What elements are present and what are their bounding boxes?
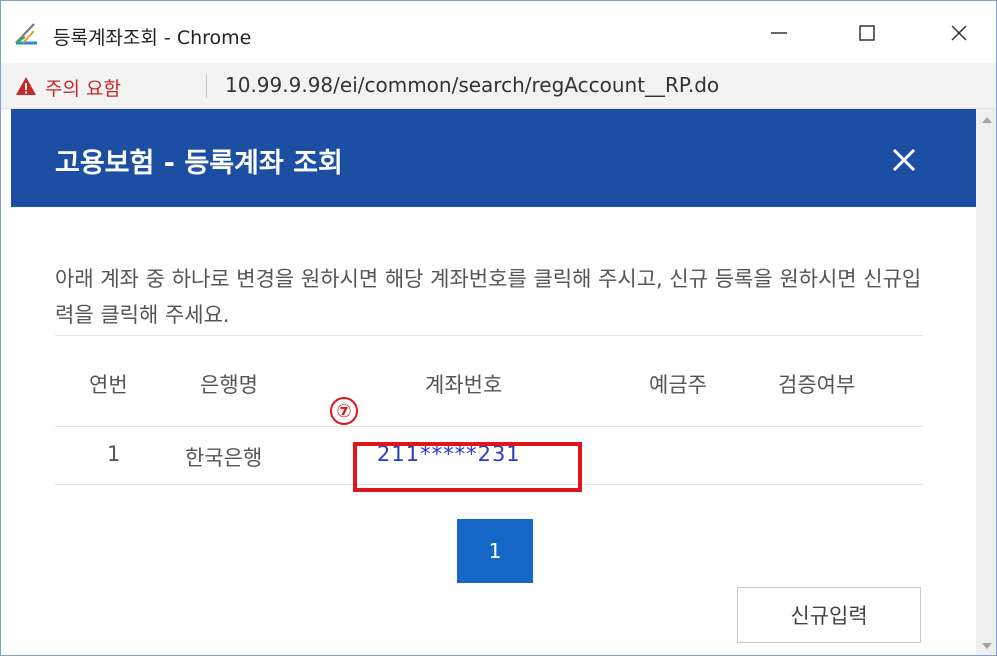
scroll-down-arrow-icon[interactable] <box>982 643 992 649</box>
maximize-button[interactable] <box>837 11 897 55</box>
vertical-scrollbar[interactable] <box>976 109 996 655</box>
header-no: 연번 <box>89 373 128 397</box>
address-bar[interactable]: 주의 요함 10.99.9.98/ei/common/search/regAcc… <box>1 63 996 109</box>
scroll-up-arrow-icon[interactable] <box>982 117 992 123</box>
address-separator <box>206 74 207 98</box>
new-entry-button[interactable]: 신규입력 <box>737 587 921 643</box>
pagination-page-button[interactable]: 1 <box>457 519 533 583</box>
header-verified: 검증여부 <box>778 373 856 397</box>
maximize-icon <box>859 25 875 41</box>
browser-popup-window: 등록계좌조회 - Chrome 주의 요함 10.99.9.98/ei/comm… <box>0 0 997 656</box>
minimize-button[interactable] <box>749 11 809 55</box>
highlight-box <box>353 442 582 492</box>
header-bank: 은행명 <box>200 373 258 397</box>
modal-header: 고용보험 - 등록계좌 조회 <box>11 109 976 207</box>
page-content: 고용보험 - 등록계좌 조회 아래 계좌 중 하나로 변경을 원하시면 해당 계… <box>11 109 976 655</box>
row-bank: 한국은행 <box>185 446 263 470</box>
modal-close-icon[interactable] <box>889 145 919 175</box>
row-no: 1 <box>107 442 121 466</box>
step-marker: ⑦ <box>330 397 358 425</box>
url-text[interactable]: 10.99.9.98/ei/common/search/regAccount__… <box>225 73 719 97</box>
close-icon <box>951 25 967 41</box>
instruction-text: 아래 계좌 중 하나로 변경을 원하시면 해당 계좌번호를 클릭해 주시고, 신… <box>55 267 922 327</box>
minimize-icon <box>771 32 787 34</box>
modal-title: 고용보험 - 등록계좌 조회 <box>55 148 343 179</box>
window-titlebar: 등록계좌조회 - Chrome <box>1 1 996 63</box>
header-account: 계좌번호 <box>425 373 503 397</box>
header-holder: 예금주 <box>649 373 707 397</box>
window-close-button[interactable] <box>929 11 989 55</box>
window-title: 등록계좌조회 - Chrome <box>53 27 252 49</box>
security-warning-label[interactable]: 주의 요함 <box>45 74 121 101</box>
table-header: 연번 은행명 계좌번호 예금주 검증여부 <box>55 335 923 427</box>
warning-triangle-icon <box>16 77 36 95</box>
chrome-app-icon <box>15 23 37 45</box>
